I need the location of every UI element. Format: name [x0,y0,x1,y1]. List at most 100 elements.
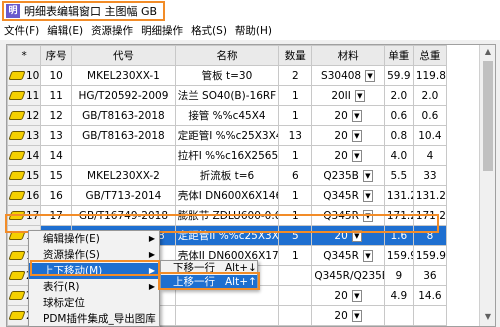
seq-cell[interactable]: 15 [40,165,73,186]
move-down-row-item[interactable]: 下移一行 Alt+↓ [161,261,257,275]
seq-cell[interactable]: 13 [40,125,73,146]
name-cell[interactable]: 管板 t=30 [174,65,280,86]
material-cell[interactable]: 20 ▼ [311,145,385,166]
qty-cell[interactable]: 1 [278,85,313,106]
material-cell[interactable]: 20 ▼ [311,225,385,246]
qty-cell[interactable] [278,305,313,326]
context-menu-item[interactable]: 表行(R) ▶ [29,279,159,295]
menu-detail[interactable]: 明细操作 [137,22,187,40]
qty-cell[interactable]: 13 [278,125,313,146]
material-cell[interactable]: 20II ▼ [311,85,385,106]
menu-edit[interactable]: 编辑(E) [43,22,87,40]
scroll-thumb[interactable] [483,61,493,171]
unit-weight-cell[interactable]: 2.0 [383,85,414,106]
col-header-name[interactable]: 名称 [174,45,280,66]
seq-cell[interactable]: 17 [40,205,73,226]
unit-weight-cell[interactable] [383,305,414,326]
name-cell[interactable]: 膨胀节 ZDLU600-0.6-1X5X1 [174,205,280,226]
unit-weight-cell[interactable]: 131.2 [383,185,414,206]
table-row[interactable]: 15 15 MKEL230XX-2 折流板 t=6 6 Q235B ▼ 5.5 33 [7,165,448,186]
dropdown-arrow-icon[interactable]: ▼ [362,189,373,202]
qty-cell[interactable]: 2 [278,65,313,86]
seq-cell[interactable]: 14 [40,145,73,166]
total-weight-cell[interactable]: 0.6 [412,105,448,126]
table-row[interactable]: 1313GB/T8163-2018定距管I %%c25X3X4941320▼0.… [7,125,448,146]
qty-cell[interactable]: 5 [278,225,313,246]
name-cell[interactable]: 拉杆I %%c16X2565 [174,145,280,166]
table-row[interactable]: 16 16 GB/T713-2014 壳体I DN600X6X1463 1 Q345R ▼ 1… [7,185,448,206]
total-weight-cell[interactable]: 171.2 [412,205,448,226]
total-weight-cell[interactable]: 2.0 [412,85,448,106]
seq-cell[interactable]: 12 [40,105,73,126]
dropdown-arrow-icon[interactable]: ▼ [351,149,362,162]
name-cell[interactable]: 折流板 t=6 [174,165,280,186]
context-menu-item[interactable]: 上下移动(M) ▶ [29,263,159,279]
col-header-seq[interactable]: 序号 [40,45,73,66]
name-cell[interactable]: 法兰 SO40(B)-16RF [174,85,280,106]
scroll-down-arrow-icon[interactable]: ▼ [482,312,494,324]
qty-cell[interactable] [278,285,313,306]
total-weight-cell[interactable]: 14.6 [412,285,448,306]
total-weight-cell[interactable]: 33 [412,165,448,186]
unit-weight-cell[interactable]: 171.2 [383,205,414,226]
table-row[interactable]: 10 10 MKEL230XX-1 管板 t=30 2 S30408 ▼ 59.9 119.8 [7,65,448,86]
unit-weight-cell[interactable]: 9 [383,265,414,286]
material-cell[interactable]: Q345R ▼ [311,245,385,266]
dropdown-arrow-icon[interactable]: ▼ [351,309,362,322]
total-weight-cell[interactable]: 131.2 [412,185,448,206]
unit-weight-cell[interactable]: 59.9 [383,65,414,86]
table-row[interactable]: 12 12 GB/T8163-2018 接管 %%c45X4 1 20 ▼ 0.6 0.6 [7,105,448,126]
qty-cell[interactable]: 1 [278,105,313,126]
qty-cell[interactable]: 1 [278,145,313,166]
name-cell[interactable] [174,305,280,326]
unit-weight-cell[interactable]: 4.0 [383,145,414,166]
code-cell[interactable]: HG/T20592-2009 [71,85,176,106]
code-cell[interactable] [71,145,176,166]
total-weight-cell[interactable]: 10.4 [412,125,448,146]
qty-cell[interactable]: 6 [278,165,313,186]
code-cell[interactable]: GB/T8163-2018 [71,125,176,146]
row-marker-cell[interactable]: 17 [7,205,42,226]
material-cell[interactable]: 20 ▼ [311,305,385,326]
col-header-qty[interactable]: 数量 [278,45,313,66]
dropdown-arrow-icon[interactable]: ▼ [362,209,373,222]
menu-help[interactable]: 帮助(H) [231,22,276,40]
qty-cell[interactable]: 1 [278,185,313,206]
unit-weight-cell[interactable]: 5.5 [383,165,414,186]
material-cell[interactable]: Q235B ▼ [311,165,385,186]
material-cell[interactable]: Q345R ▼ [311,205,385,226]
context-menu-item[interactable]: 球标定位 [29,295,159,311]
col-header-total-weight[interactable]: 总重 [412,45,448,66]
table-row[interactable]: 11 11 HG/T20592-2009 法兰 SO40(B)-16RF 1 20II ▼ 2… [7,85,448,106]
seq-cell[interactable]: 16 [40,185,73,206]
dropdown-arrow-icon[interactable]: ▼ [354,89,365,102]
name-cell[interactable]: 壳体I DN600X6X1463 [174,185,280,206]
menu-resource[interactable]: 资源操作 [87,22,137,40]
dropdown-arrow-icon[interactable]: ▼ [351,109,362,122]
dropdown-arrow-icon[interactable]: ▼ [362,249,373,262]
dropdown-arrow-icon[interactable]: ▼ [362,169,373,182]
total-weight-cell[interactable] [412,305,448,326]
material-cell[interactable]: 20 ▼ [311,105,385,126]
dropdown-arrow-icon[interactable]: ▼ [351,129,362,142]
row-marker-cell[interactable]: 12 [7,105,42,126]
material-cell[interactable]: 20 ▼ [311,285,385,306]
context-menu-item[interactable]: PDM插件集成_导出图库 [29,311,159,327]
col-header-marker[interactable]: * [7,45,42,66]
name-cell[interactable]: 定距管I %%c25X3X494 [174,125,280,146]
material-cell[interactable]: Q345R ▼ [311,185,385,206]
unit-weight-cell[interactable]: 0.6 [383,105,414,126]
code-cell[interactable]: GB/T8163-2018 [71,105,176,126]
name-cell[interactable]: 接管 %%c45X4 [174,105,280,126]
qty-cell[interactable] [278,265,313,286]
total-weight-cell[interactable]: 119.8 [412,65,448,86]
unit-weight-cell[interactable]: 1.6 [383,225,414,246]
code-cell[interactable]: MKEL230XX-1 [71,65,176,86]
row-marker-cell[interactable]: 14 [7,145,42,166]
col-header-code[interactable]: 代号 [71,45,176,66]
seq-cell[interactable]: 10 [40,65,73,86]
col-header-material[interactable]: 材料 [311,45,385,66]
context-menu-item[interactable]: 编辑操作(E) ▶ [29,231,159,247]
vertical-scrollbar[interactable]: ▲ ▼ [479,45,495,326]
total-weight-cell[interactable]: 36 [412,265,448,286]
